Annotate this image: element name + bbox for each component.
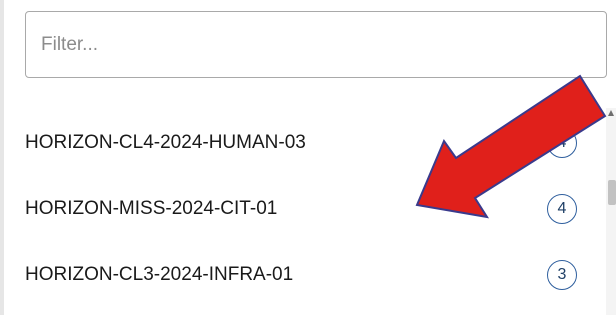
filter-input[interactable] [25, 11, 607, 78]
list-item[interactable]: HORIZON-MISS-2024-CIT-01 4 [0, 176, 600, 242]
scrollbar-thumb[interactable] [608, 180, 616, 205]
scroll-up-arrow-icon[interactable] [608, 110, 614, 116]
item-label: HORIZON-CL3-2024-INFRA-01 [25, 264, 294, 285]
item-label: HORIZON-CL4-2024-HUMAN-03 [25, 132, 306, 153]
item-label: HORIZON-MISS-2024-CIT-01 [25, 198, 278, 219]
filter-list-panel: HORIZON-CL4-2024-HUMAN-03 4 HORIZON-MISS… [0, 0, 616, 315]
list-item[interactable]: HORIZON-CL4-2024-HUMAN-03 4 [0, 110, 600, 176]
count-badge: 3 [547, 260, 577, 290]
count-badge: 4 [547, 194, 577, 224]
list-item[interactable]: HORIZON-CL3-2024-INFRA-01 3 [0, 242, 600, 308]
count-badge: 4 [547, 128, 577, 158]
scrollbar-track[interactable] [606, 108, 616, 315]
